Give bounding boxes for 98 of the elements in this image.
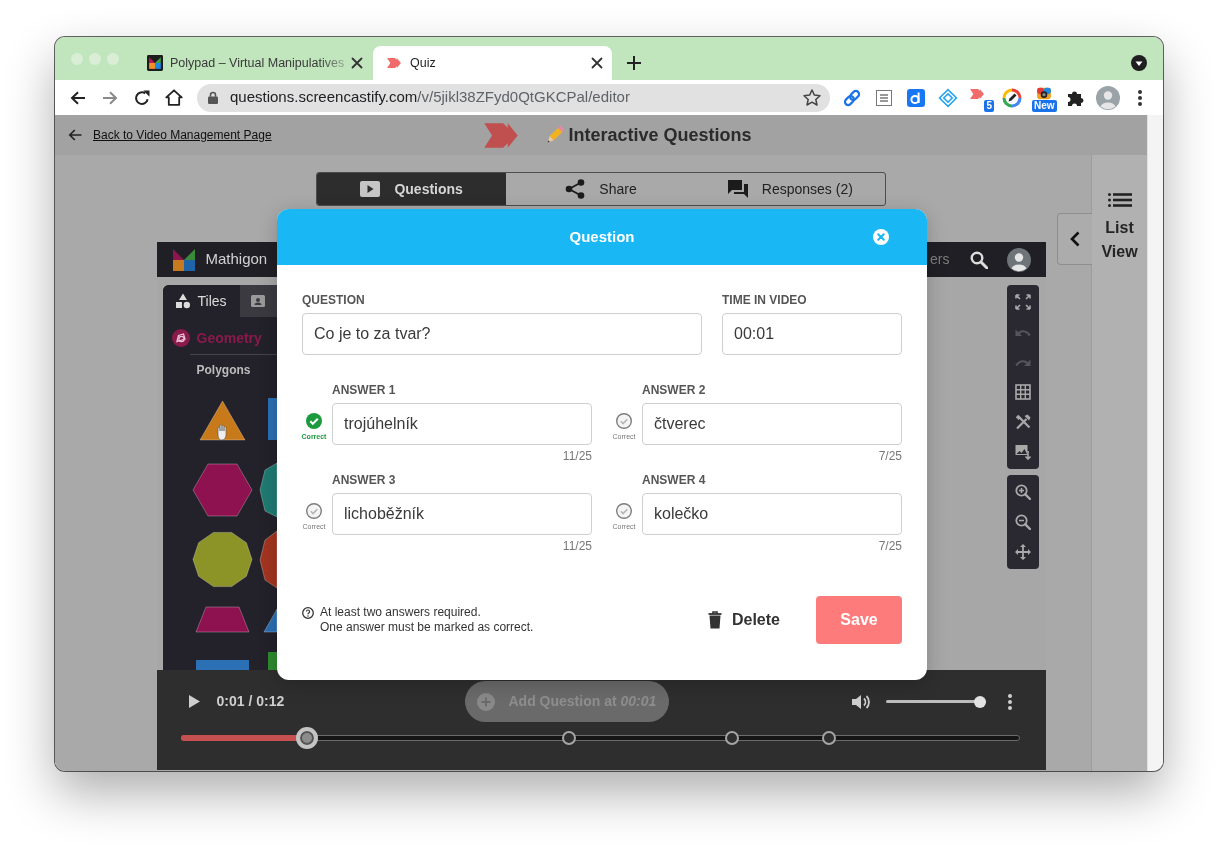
favicon-icon [147, 55, 163, 71]
list-icon [1107, 193, 1132, 207]
chat-icon [727, 180, 748, 198]
answer-input[interactable]: čtverec [642, 403, 902, 445]
field-label: QUESTION [302, 293, 366, 307]
dropdown-icon[interactable] [1131, 55, 1147, 71]
triangle-tile [199, 400, 245, 441]
play-icon[interactable] [188, 695, 200, 708]
back-arrow-icon[interactable] [68, 129, 82, 141]
panel-tab[interactable] [239, 285, 277, 317]
folder-icon [251, 295, 265, 307]
check-circle-icon [306, 503, 322, 519]
list-view-button[interactable]: List View [1092, 193, 1147, 264]
home-icon[interactable] [165, 89, 183, 106]
answer-input[interactable]: trojúhelník [332, 403, 592, 445]
avatar-icon [1006, 247, 1031, 272]
check-circle-icon [616, 413, 632, 429]
favicon-icon [387, 57, 401, 69]
logo-icon [484, 120, 519, 150]
character-count: 11/25 [561, 539, 592, 553]
app-name: Mathigon [205, 249, 268, 270]
trapezoid-tile [195, 606, 249, 633]
extension-badge: 5 [984, 100, 994, 112]
more-icon[interactable] [1138, 89, 1142, 106]
view-tab[interactable]: Responses (2) [695, 173, 885, 205]
reader-icon[interactable] [876, 89, 892, 106]
slider-thumb[interactable] [973, 695, 986, 708]
field-label: ANSWER 2 [642, 383, 707, 397]
hand-cursor-icon [217, 424, 226, 441]
hexagon-tile [192, 463, 252, 517]
hint-text: At least two answers required. [320, 605, 482, 620]
answer-input[interactable]: lichoběžník [332, 493, 592, 535]
marker-icon[interactable] [822, 731, 837, 745]
field-label: ANSWER 1 [332, 383, 397, 397]
pencil-circle-icon[interactable] [1002, 87, 1022, 108]
section-heading: Polygons [196, 364, 252, 376]
time-input[interactable]: 00:01 [722, 313, 902, 355]
new-tab-icon[interactable] [626, 55, 642, 71]
browser-tab[interactable]: Polypad – Virtual Manipulatives [140, 46, 370, 80]
view-tab[interactable]: Questions [317, 173, 507, 205]
question-input[interactable]: Co je to za tvar? [302, 313, 702, 355]
trash-icon [707, 611, 722, 629]
dialog-title: Question [569, 226, 635, 247]
timeline-slider[interactable] [180, 727, 1020, 749]
avatar-icon[interactable] [1096, 85, 1120, 110]
geometry-icon [171, 329, 190, 347]
category-label: Geometry [196, 328, 262, 348]
answer-input[interactable]: kolečko [642, 493, 902, 535]
more-icon[interactable] [1007, 693, 1012, 710]
square-tile [267, 398, 277, 440]
decagon-tile [192, 532, 252, 587]
marker-icon[interactable] [561, 731, 576, 745]
chevron-left-icon [1070, 231, 1080, 247]
search-icon [969, 250, 988, 269]
camera-icon[interactable] [1036, 87, 1052, 100]
time-display: 0:01 / 0:12 [216, 692, 285, 711]
view-tab[interactable]: Share [506, 173, 696, 205]
share-icon [565, 179, 586, 199]
plus-circle-icon [476, 692, 495, 711]
hint-text: One answer must be marked as correct. [320, 620, 534, 635]
address-bar[interactable]: questions.screencastify.com/v/5jikl38ZFyd0QtGKCPal/editor [197, 83, 830, 112]
browser-tab[interactable]: Quiz [373, 46, 612, 80]
field-label: TIME IN VIDEO [722, 293, 808, 307]
arrow-icon[interactable] [969, 88, 985, 100]
diamond-icon[interactable] [938, 87, 958, 108]
playhead-thumb[interactable] [296, 727, 319, 749]
star-icon[interactable] [803, 89, 821, 106]
field-label: ANSWER 3 [332, 473, 397, 487]
rectangle-tile [267, 652, 277, 670]
forward-icon[interactable] [102, 90, 118, 105]
back-link[interactable]: Back to Video Management Page [93, 126, 272, 144]
help-icon [302, 607, 314, 619]
app-icon[interactable] [907, 88, 925, 107]
field-label: ANSWER 4 [642, 473, 707, 487]
back-icon[interactable] [70, 90, 86, 105]
character-count: 7/25 [877, 539, 902, 553]
reload-icon[interactable] [134, 89, 150, 106]
header-link-text: ers [930, 250, 950, 269]
link-icon[interactable] [842, 87, 862, 108]
character-count: 11/25 [561, 449, 592, 463]
rectangle-tile [195, 660, 249, 670]
volume-slider[interactable] [885, 695, 986, 708]
character-count: 7/25 [877, 449, 902, 463]
close-icon[interactable] [591, 57, 603, 69]
extension-badge: New [1032, 100, 1057, 112]
close-icon[interactable] [351, 57, 363, 69]
shapes-icon [174, 293, 191, 309]
page-title: Interactive Questions [568, 123, 752, 147]
volume-icon[interactable] [851, 693, 872, 710]
marker-icon[interactable] [724, 731, 739, 745]
check-circle-icon [616, 503, 632, 519]
check-circle-icon [306, 413, 322, 429]
play-icon [360, 181, 381, 197]
logo-icon [172, 248, 195, 271]
pencil-icon [545, 125, 566, 145]
lock-icon [208, 91, 218, 104]
collapse-button[interactable] [1057, 213, 1092, 265]
delete-button[interactable]: Delete [697, 596, 790, 644]
